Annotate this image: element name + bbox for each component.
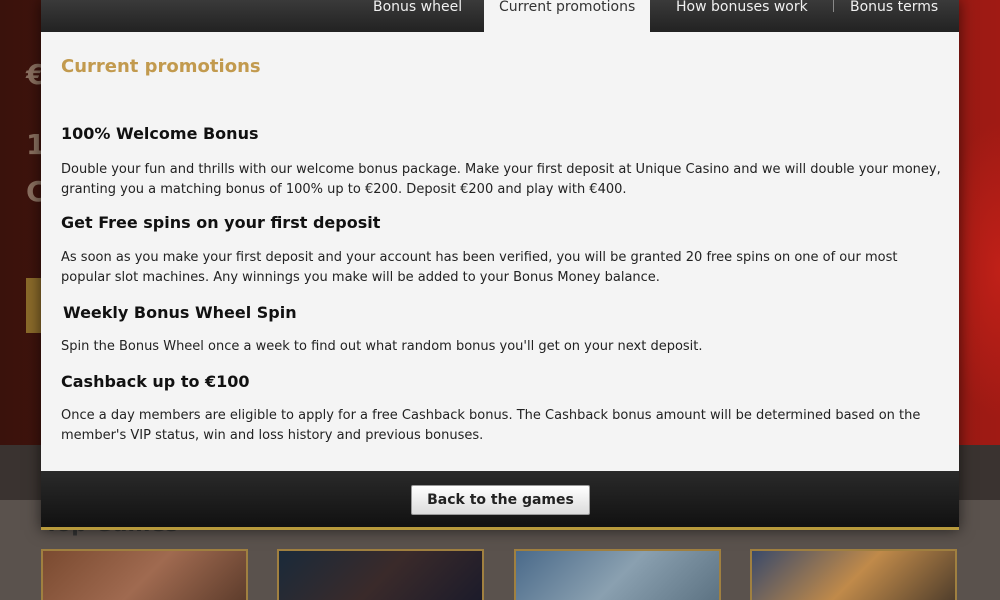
game-thumbnail[interactable]	[41, 549, 248, 600]
promo-description: Once a day members are eligible to apply…	[61, 408, 921, 443]
tab-divider	[833, 0, 834, 12]
promo-description: As soon as you make your first deposit a…	[61, 250, 898, 285]
promo-description: Double your fun and thrills with our wel…	[61, 162, 941, 197]
back-to-games-button[interactable]: Back to the games	[411, 485, 590, 515]
tab-bonus-terms[interactable]: Bonus terms	[850, 0, 938, 32]
game-thumbnail[interactable]	[514, 549, 721, 600]
modal-footer: Back to the games	[41, 471, 959, 530]
tab-current-promotions[interactable]: Current promotions	[484, 0, 651, 40]
promo-title: Weekly Bonus Wheel Spin	[63, 303, 297, 322]
promo-title: Cashback up to €100	[61, 372, 250, 391]
tab-bar: Bonus wheel Current promotions How bonus…	[41, 0, 959, 40]
section-title: Current promotions	[61, 56, 261, 77]
promo-title: Get Free spins on your first deposit	[61, 213, 381, 232]
game-thumbnail[interactable]	[277, 549, 484, 600]
tab-how-bonuses-work[interactable]: How bonuses work	[676, 0, 808, 32]
tab-bonus-wheel[interactable]: Bonus wheel	[373, 0, 462, 32]
promo-title: 100% Welcome Bonus	[61, 124, 259, 143]
promotions-modal: Bonus wheel Current promotions How bonus…	[41, 0, 959, 530]
promo-description: Spin the Bonus Wheel once a week to find…	[61, 339, 703, 354]
game-thumbnail[interactable]	[750, 549, 957, 600]
